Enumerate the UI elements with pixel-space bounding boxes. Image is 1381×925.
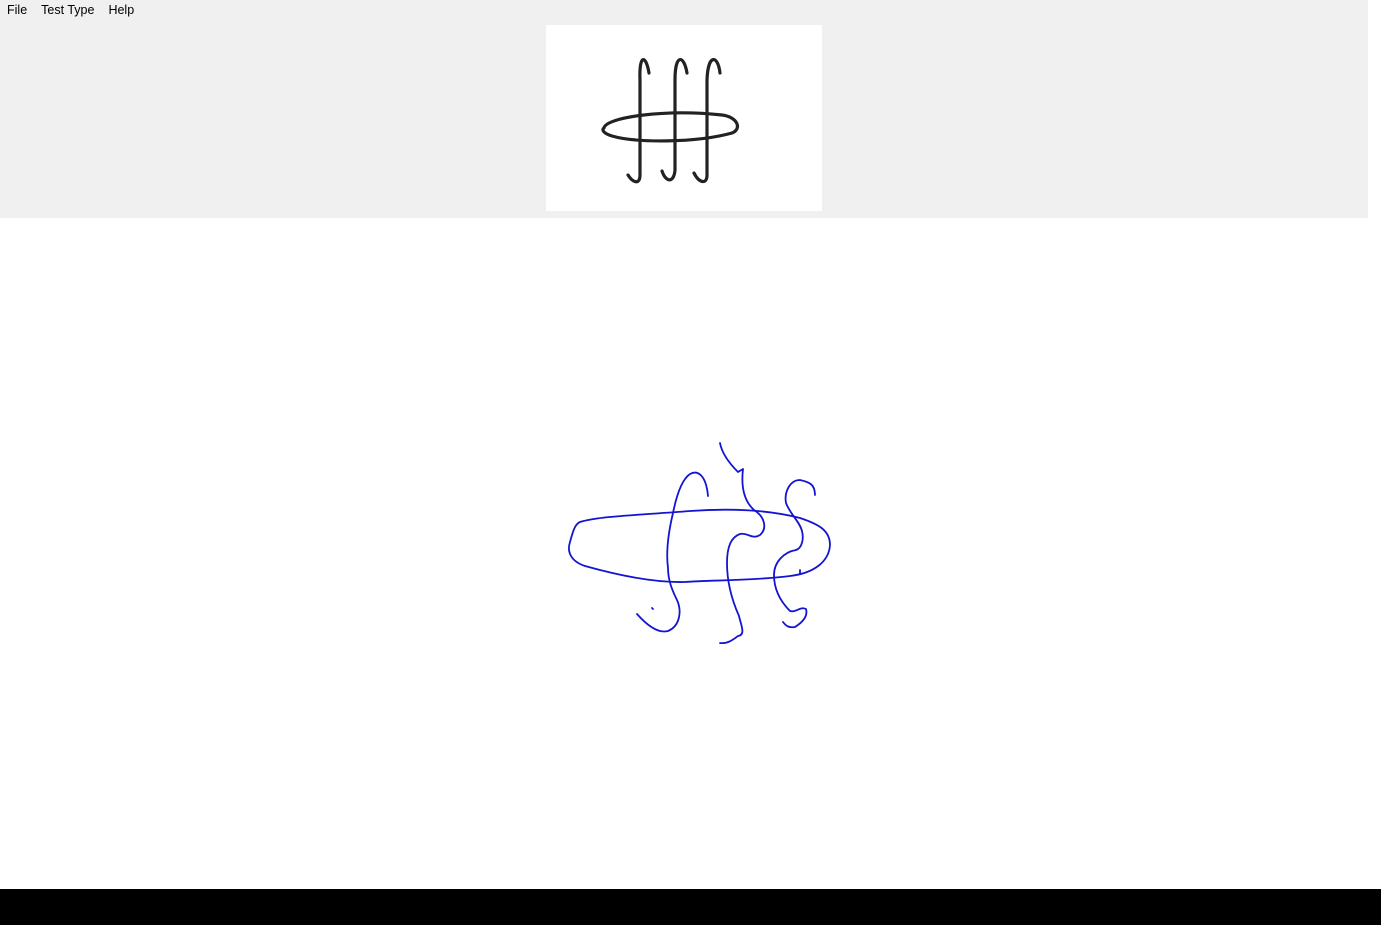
user-ellipse-stroke <box>568 508 831 583</box>
menu-test-type[interactable]: Test Type <box>34 0 101 20</box>
menu-help[interactable]: Help <box>101 0 141 20</box>
reference-stroke-1 <box>626 58 651 184</box>
drawing-canvas[interactable] <box>0 218 1368 889</box>
reference-image <box>546 25 822 211</box>
menu-bar: File Test Type Help <box>0 0 141 20</box>
reference-ellipse <box>601 111 740 143</box>
taskbar <box>0 889 1381 925</box>
handwriting-strokes-icon <box>568 442 831 645</box>
reference-symbol-icon <box>601 58 740 184</box>
user-stroke-1 <box>636 471 709 633</box>
reference-stroke-3 <box>692 58 722 184</box>
user-dot <box>651 607 654 610</box>
user-stroke-2 <box>719 442 766 645</box>
user-stroke-3 <box>773 479 816 629</box>
menu-file[interactable]: File <box>0 0 34 20</box>
reference-stroke-2 <box>660 58 689 182</box>
app-window: File Test Type Help <box>0 0 1368 889</box>
window-edge <box>1368 0 1381 889</box>
top-panel: File Test Type Help <box>0 0 1368 218</box>
